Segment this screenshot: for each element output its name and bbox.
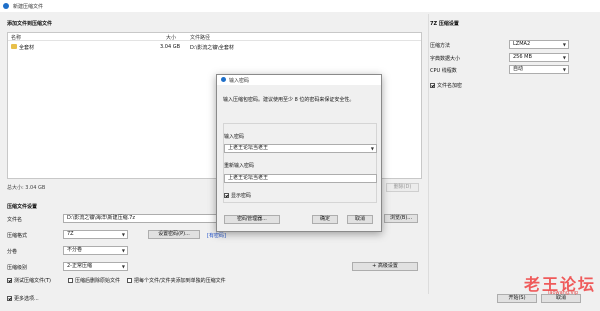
password-manager-button[interactable]: 密码管理器... <box>224 215 280 224</box>
level-select[interactable]: 2-正常压缩 ▼ <box>63 262 128 271</box>
archive-section-title: 压缩文件设置 <box>7 204 38 210</box>
checkbox-checked-icon <box>430 83 435 88</box>
cpu-threads-label: CPU 线程数 <box>430 68 457 74</box>
delete-button[interactable]: 删除(D) <box>386 183 419 192</box>
delete-source-label: 压缩后删除原始文件 <box>75 278 121 284</box>
delete-source-checkbox[interactable]: 压缩后删除原始文件 <box>68 277 120 284</box>
each-file-label: 把每个文件/文件夹添加到单独的压缩文件 <box>134 278 226 284</box>
file-name: 全套材 <box>19 45 35 51</box>
password-label: 输入密码 <box>224 134 245 140</box>
watermark-url: laowang.vip <box>548 290 579 296</box>
chevron-down-icon: ▼ <box>562 55 566 60</box>
checkbox-checked-icon <box>7 278 12 283</box>
chevron-down-icon: ▼ <box>121 248 125 253</box>
show-password-label: 显示密码 <box>231 193 252 199</box>
ok-button[interactable]: 确定 <box>312 215 338 224</box>
browse-button[interactable]: 浏览(B)... <box>384 214 418 223</box>
dict-size-select[interactable]: 256 MB ▼ <box>509 53 569 62</box>
file-list-header: 名称 大小 文件路径 <box>8 33 421 41</box>
method-value: LZMA2 <box>513 41 531 47</box>
format-label: 压缩格式 <box>7 233 28 239</box>
more-options-checkbox[interactable]: 更多选项... <box>7 295 39 302</box>
file-path: D:\影流之镰\全套材 <box>190 45 234 51</box>
files-section-title: 添加文件到压缩文件 <box>7 21 53 27</box>
advanced-settings-button[interactable]: + 高级设置 <box>352 262 418 271</box>
split-label: 分卷 <box>7 249 18 255</box>
chevron-down-icon: ▼ <box>121 264 125 269</box>
checkbox-unchecked-icon <box>127 278 132 283</box>
split-value: 不分卷 <box>67 247 83 253</box>
encrypt-names-label: 文件名加密 <box>437 83 463 89</box>
z7-settings-title: 7Z 压缩设置 <box>430 21 459 27</box>
panel-divider <box>428 14 429 294</box>
format-select[interactable]: 7Z ▼ <box>63 230 128 239</box>
password-status: [有密码] <box>207 233 226 239</box>
filename-label: 文件名 <box>7 217 23 223</box>
app-icon <box>3 3 9 9</box>
test-archive-checkbox[interactable]: 测试压缩文件(T) <box>7 277 51 284</box>
chevron-down-icon: ▼ <box>562 42 566 47</box>
cpu-threads-select[interactable]: 自动 ▼ <box>509 65 569 74</box>
folder-icon <box>11 44 17 49</box>
dict-size-value: 256 MB <box>513 54 532 60</box>
method-label: 压缩方法 <box>430 43 451 49</box>
dialog-cancel-button[interactable]: 取消 <box>347 215 373 224</box>
filename-field[interactable]: D:\影流之镰\海洋\新建压缩.7z <box>63 214 219 223</box>
start-button[interactable]: 开始(S) <box>497 294 537 303</box>
dialog-title: 输入密码 <box>229 78 250 84</box>
window-title: 新建压缩文件 <box>13 4 44 10</box>
show-password-checkbox[interactable]: 显示密码 <box>224 192 251 199</box>
set-password-button[interactable]: 设置密码(P)... <box>148 230 200 239</box>
column-path[interactable]: 文件路径 <box>190 34 210 41</box>
test-archive-label: 测试压缩文件(T) <box>14 278 51 284</box>
column-size[interactable]: 大小 <box>166 34 176 41</box>
checkbox-checked-icon <box>7 296 12 301</box>
file-size: 3.04 GB <box>160 44 181 50</box>
chevron-down-icon: ▼ <box>370 146 374 151</box>
app-icon <box>221 77 226 82</box>
more-options-label: 更多选项... <box>14 296 39 302</box>
column-name[interactable]: 名称 <box>11 34 21 41</box>
title-bar: 新建压缩文件 <box>0 0 600 12</box>
encrypt-names-checkbox[interactable]: 文件名加密 <box>430 82 462 89</box>
dialog-title-bar: 输入密码 <box>217 75 381 85</box>
checkbox-unchecked-icon <box>68 278 73 283</box>
level-label: 压缩级别 <box>7 265 28 271</box>
checkbox-checked-icon <box>224 193 229 198</box>
level-value: 2-正常压缩 <box>67 263 92 269</box>
password-value: 上老王论坛当老王 <box>228 145 269 151</box>
split-select[interactable]: 不分卷 ▼ <box>63 246 128 255</box>
dict-size-label: 字典数据大小 <box>430 56 461 62</box>
chevron-down-icon: ▼ <box>121 232 125 237</box>
dialog-hint: 输入压缩包密码。建议使用至少 8 位的密码来保证安全性。 <box>223 97 355 103</box>
password-field[interactable]: 上老王论坛当老王 ▼ <box>224 144 377 153</box>
total-size: 总大小: 3.04 GB <box>7 185 46 191</box>
password-dialog: 输入密码 输入压缩包密码。建议使用至少 8 位的密码来保证安全性。 输入密码 上… <box>216 74 382 232</box>
confirm-password-label: 重新输入密码 <box>224 163 255 169</box>
method-select[interactable]: LZMA2 ▼ <box>509 40 569 49</box>
cpu-threads-value: 自动 <box>513 66 524 72</box>
format-value: 7Z <box>67 231 74 237</box>
confirm-password-field[interactable]: 上老王论坛当老王 <box>224 174 377 183</box>
chevron-down-icon: ▼ <box>562 67 566 72</box>
each-file-checkbox[interactable]: 把每个文件/文件夹添加到单独的压缩文件 <box>127 277 226 284</box>
